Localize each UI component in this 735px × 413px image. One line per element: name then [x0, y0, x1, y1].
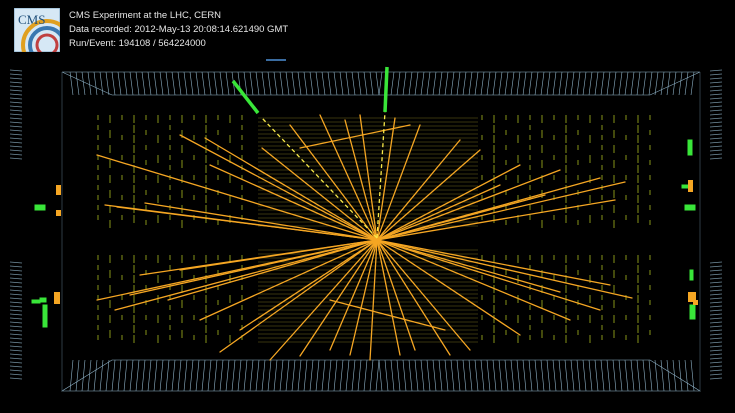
event-display: CMS CMS Experiment at the LHC, CERN Data… [0, 0, 735, 413]
experiment-label: CMS Experiment at the LHC, CERN [69, 10, 222, 21]
muon-hits [31, 66, 696, 328]
detector-view [9, 59, 723, 392]
event-info: CMS Experiment at the LHC, CERN Data rec… [69, 9, 288, 51]
tracker-layers [258, 117, 478, 343]
data-recorded-label: Data recorded: 2012-May-13 20:08:14.6214… [69, 24, 289, 35]
logo-text: CMS [18, 12, 45, 27]
particle-tracks [96, 114, 633, 361]
run-event-label: Run/Event: 194108 / 564224000 [69, 38, 206, 49]
cms-logo: CMS [13, 7, 73, 71]
dashed-tracks [261, 111, 386, 239]
